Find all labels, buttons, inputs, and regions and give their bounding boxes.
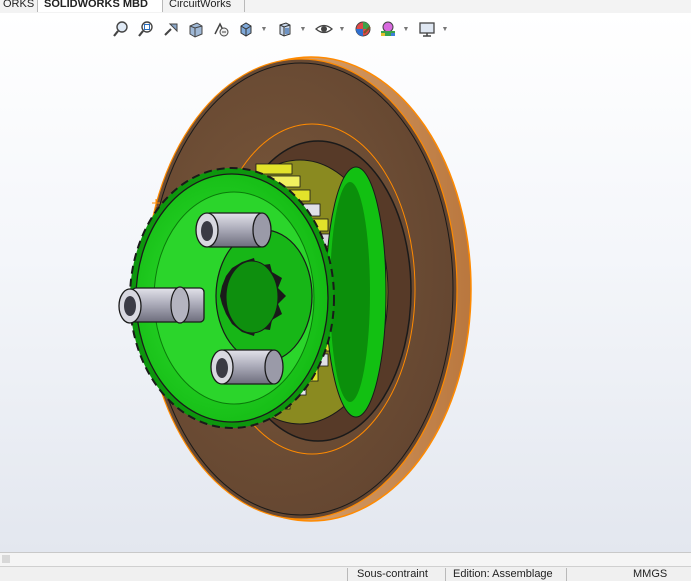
tab-solidworks-mbd[interactable]: SOLIDWORKS MBD (37, 0, 163, 12)
status-separator (445, 568, 446, 581)
graphics-area[interactable]: ▼ ▼ ▼ ▼ ▼ (0, 13, 691, 552)
status-separator (566, 568, 567, 581)
horizontal-scrollbar[interactable] (0, 553, 691, 567)
assembly-3d-model[interactable] (0, 13, 691, 552)
status-separator (347, 568, 348, 581)
unit-system-status[interactable]: MMGS (633, 568, 667, 581)
tab-solidworks-addins[interactable]: ORKS (0, 0, 42, 12)
command-manager-tabs: ORKS SOLIDWORKS MBD CircuitWorks (0, 0, 691, 14)
constraint-status: Sous-contraint (357, 568, 428, 580)
planet-pin-bottom[interactable] (210, 349, 284, 385)
planet-pin-middle[interactable] (118, 286, 205, 324)
status-bar: Sous-contraint Edition: Assemblage MMGS (0, 552, 691, 581)
scrollbar-thumb[interactable] (2, 555, 10, 563)
tab-circuitworks[interactable]: CircuitWorks (163, 0, 245, 12)
edit-mode-status: Edition: Assemblage (453, 568, 553, 580)
planet-pin-top[interactable] (195, 212, 272, 248)
